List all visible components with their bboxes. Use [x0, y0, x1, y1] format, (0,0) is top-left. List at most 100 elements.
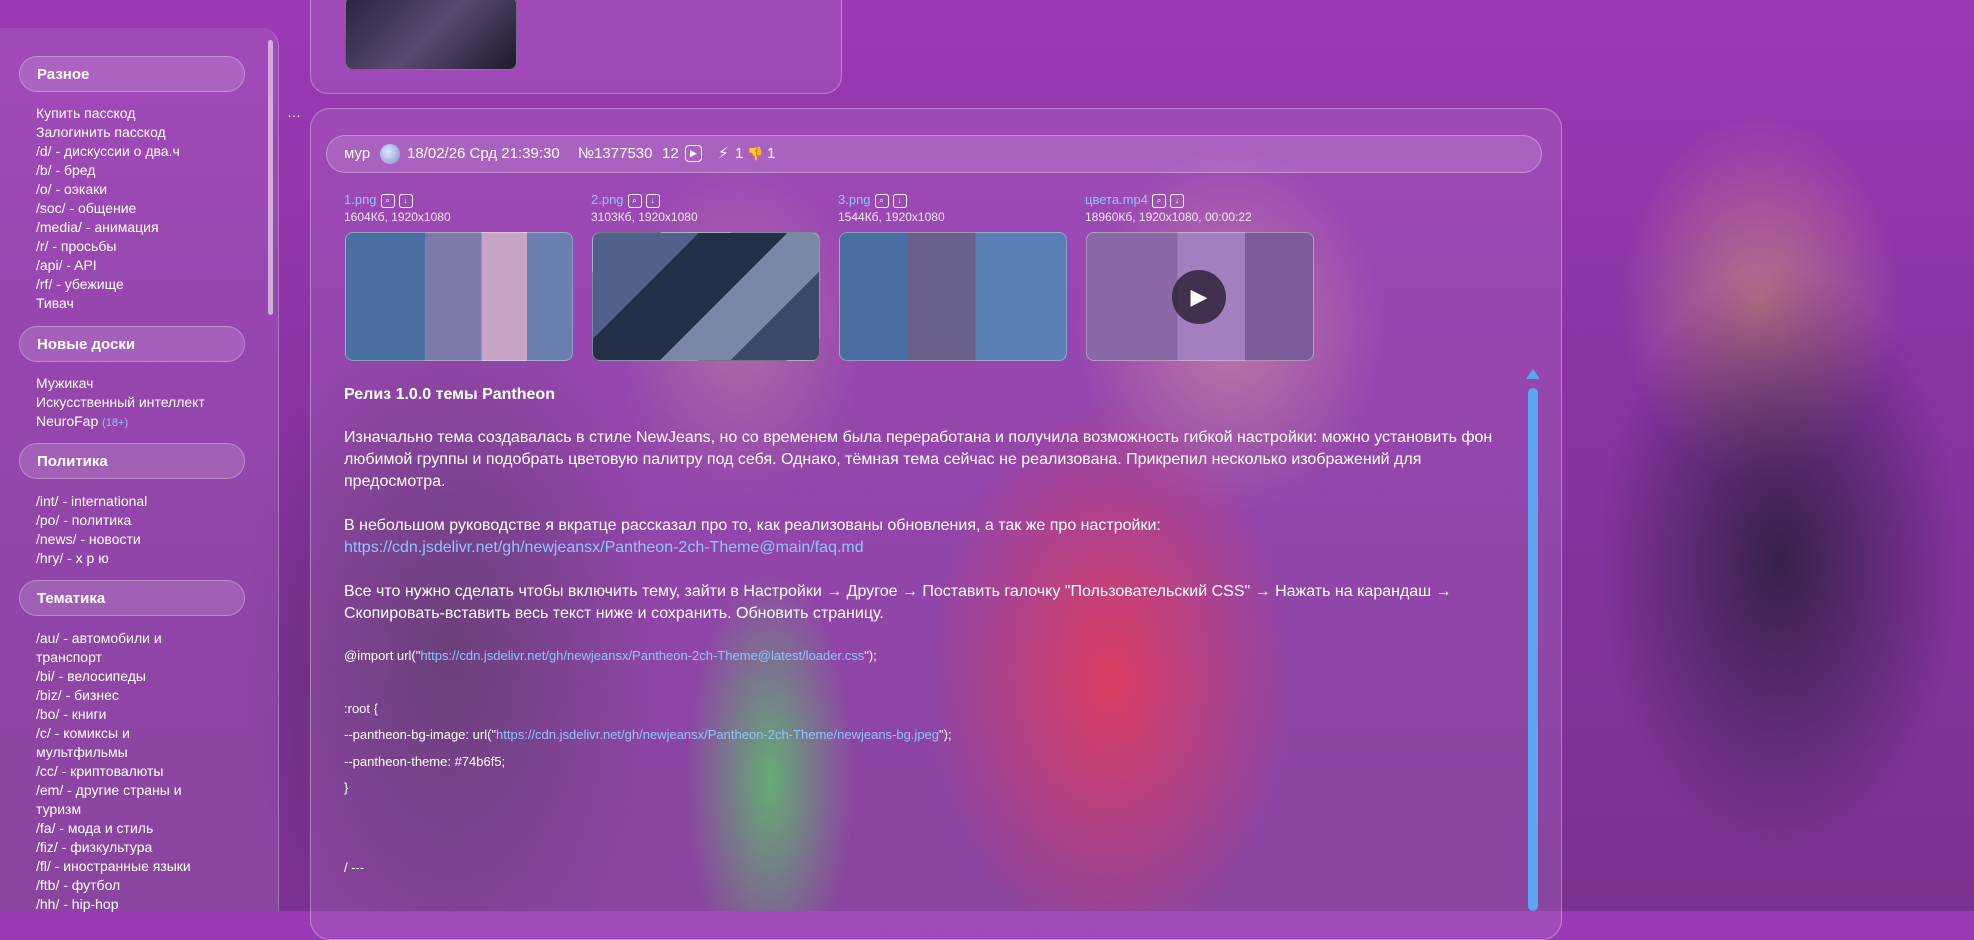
sidebar-item[interactable]: /b/ - бред	[36, 161, 180, 180]
avatar	[380, 144, 400, 164]
sidebar-item[interactable]: /rf/ - убежище	[36, 275, 180, 294]
reply-count: 12	[662, 145, 679, 162]
file-name-link[interactable]: 1.png	[344, 192, 377, 207]
post-paragraph: Все что нужно сделать чтобы включить тем…	[344, 583, 1452, 622]
code-import-line: @import url("https://cdn.jsdelivr.net/gh…	[344, 648, 877, 663]
sidebar-item[interactable]: /em/ - другие страны и	[36, 781, 191, 800]
file-4: цвета.mp4 ⌕ ↓	[1085, 192, 1184, 208]
post-scrollbar[interactable]	[1528, 388, 1538, 911]
post-header: мур 18/02/26 Срд 21:39:30 №1377530 12 ▶ …	[326, 135, 1542, 173]
sidebar-item[interactable]: /hry/ - х р ю	[36, 549, 147, 568]
sidebar-item[interactable]: /fl/ - иностранные языки	[36, 857, 191, 876]
sidebar-item[interactable]: /ftb/ - футбол	[36, 876, 191, 895]
post-title: Релиз 1.0.0 темы Pantheon	[344, 386, 555, 403]
import-link[interactable]: https://cdn.jsdelivr.net/gh/newjeansx/Pa…	[420, 648, 864, 663]
file-thumbnail[interactable]	[839, 232, 1067, 361]
file-3: 3.png ⌕ ↓	[838, 192, 907, 208]
sidebar-item[interactable]: /bo/ - книги	[36, 705, 191, 724]
bg-image-link[interactable]: https://cdn.jsdelivr.net/gh/newjeansx/Pa…	[496, 727, 939, 742]
sidebar-item[interactable]: Мужикач	[36, 374, 205, 393]
sidebar-item[interactable]: /api/ - API	[36, 256, 180, 275]
sidebar-item[interactable]: /news/ - новости	[36, 530, 147, 549]
sidebar-item[interactable]: /d/ - дискуссии о два.ч	[36, 142, 180, 161]
file-name-link[interactable]: цвета.mp4	[1085, 192, 1148, 207]
sidebar-item-neurofap[interactable]: NeuroFap (18+)	[36, 412, 205, 433]
sidebar-item[interactable]: /biz/ - бизнес	[36, 686, 191, 705]
file-2: 2.png ⌕ ↓	[591, 192, 660, 208]
code-text: @import url("	[344, 648, 421, 663]
sidebar-item[interactable]: /fiz/ - физкультура	[36, 838, 191, 857]
download-icon[interactable]: ↓	[1169, 194, 1184, 208]
file-meta: 18960Кб, 1920x1080, 00:00:22	[1085, 210, 1252, 224]
post-number[interactable]: №1377530	[578, 136, 653, 172]
faq-link-anchor[interactable]: https://cdn.jsdelivr.net/gh/newjeansx/Pa…	[344, 539, 864, 556]
video-thumbnail[interactable]: ▶	[1086, 232, 1314, 361]
sidebar-item[interactable]: туризм	[36, 800, 191, 819]
sidebar-item-label: NeuroFap	[36, 413, 99, 429]
file-name-link[interactable]: 3.png	[838, 192, 871, 207]
search-icon[interactable]: ⌕	[380, 194, 395, 208]
section-links-misc: Купить пасскод Залогинить пасскод /d/ - …	[36, 104, 180, 313]
file-thumbnail[interactable]	[345, 232, 573, 361]
post-paragraph: В небольшом руководстве я вкратце расска…	[344, 517, 1161, 534]
section-title-topics[interactable]: Тематика	[19, 580, 245, 616]
search-icon[interactable]: ⌕	[1151, 194, 1166, 208]
sidebar-item[interactable]: Залогинить пасскод	[36, 123, 180, 142]
scroll-up-icon[interactable]	[1526, 369, 1540, 379]
file-meta: 1604Кб, 1920x1080	[344, 210, 451, 224]
download-icon[interactable]: ↓	[645, 194, 660, 208]
code-root-close: }	[344, 780, 349, 795]
like-icon[interactable]: ⚡	[718, 136, 729, 172]
section-title-misc[interactable]: Разное	[19, 56, 245, 92]
sidebar-item[interactable]: /c/ - комиксы и	[36, 724, 191, 743]
dislike-icon[interactable]: 👎	[747, 136, 763, 172]
post-paragraph: Изначально тема создавалась в стиле NewJ…	[344, 429, 1493, 490]
more-icon[interactable]: …	[287, 104, 301, 120]
section-title-politics[interactable]: Политика	[19, 443, 245, 479]
post-author[interactable]: мур	[344, 136, 370, 172]
section-title-new-boards[interactable]: Новые доски	[19, 326, 245, 362]
file-meta: 3103Кб, 1920x1080	[591, 210, 698, 224]
sidebar-item[interactable]: /media/ - анимация	[36, 218, 180, 237]
code-separator: / ---	[344, 860, 365, 875]
sidebar-item[interactable]: /po/ - политика	[36, 511, 147, 530]
sidebar-item[interactable]: /cc/ - криптовалюты	[36, 762, 191, 781]
search-icon[interactable]: ⌕	[627, 194, 642, 208]
sidebar-item[interactable]: Тивач	[36, 294, 180, 313]
sidebar-item[interactable]: /fa/ - мода и стиль	[36, 819, 191, 838]
sidebar-item[interactable]: Искусственный интеллект	[36, 393, 205, 412]
file-meta: 1544Кб, 1920x1080	[838, 210, 945, 224]
code-root-open: :root {	[344, 701, 378, 716]
sidebar-item[interactable]: /o/ - оэкаки	[36, 180, 180, 199]
code-text: --pantheon-bg-image: url("	[344, 727, 497, 742]
sidebar-item[interactable]: /bi/ - велосипеды	[36, 667, 191, 686]
like-count: 1	[735, 145, 744, 162]
sidebar-item[interactable]: /r/ - просьбы	[36, 237, 180, 256]
code-bg-line: --pantheon-bg-image: url("https://cdn.js…	[344, 727, 952, 742]
post-datetime: 18/02/26 Срд 21:39:30	[407, 145, 560, 162]
sidebar-scrollbar[interactable]	[268, 40, 273, 315]
sidebar-item[interactable]: /int/ - international	[36, 492, 147, 511]
sidebar-item[interactable]: /au/ - автомобили и	[36, 629, 191, 648]
code-theme-line: --pantheon-theme: #74b6f5;	[344, 754, 506, 769]
code-text: ");	[864, 648, 877, 663]
video-play-icon[interactable]: ▶	[1172, 270, 1226, 324]
file-1: 1.png ⌕ ↓	[344, 192, 413, 208]
download-icon[interactable]: ↓	[892, 194, 907, 208]
previous-post-thumbnail[interactable]	[345, 0, 517, 70]
dislike-count: 1	[767, 145, 776, 162]
file-thumbnail[interactable]	[592, 232, 820, 361]
section-links-politics: /int/ - international /po/ - политика /n…	[36, 492, 147, 568]
sidebar-item[interactable]: /soc/ - общение	[36, 199, 180, 218]
sidebar-item[interactable]: /hh/ - hip-hop	[36, 895, 191, 914]
search-icon[interactable]: ⌕	[874, 194, 889, 208]
file-name-link[interactable]: 2.png	[591, 192, 624, 207]
section-links-topics: /au/ - автомобили и транспорт /bi/ - вел…	[36, 629, 191, 914]
age-badge: (18+)	[102, 417, 129, 429]
sidebar-item[interactable]: транспорт	[36, 648, 191, 667]
download-icon[interactable]: ↓	[398, 194, 413, 208]
sidebar-item[interactable]: Купить пасскод	[36, 104, 180, 123]
play-icon[interactable]: ▶	[685, 145, 702, 162]
sidebar-item[interactable]: мультфильмы	[36, 743, 191, 762]
section-links-new-boards: Мужикач Искусственный интеллект NeuroFap…	[36, 374, 205, 433]
